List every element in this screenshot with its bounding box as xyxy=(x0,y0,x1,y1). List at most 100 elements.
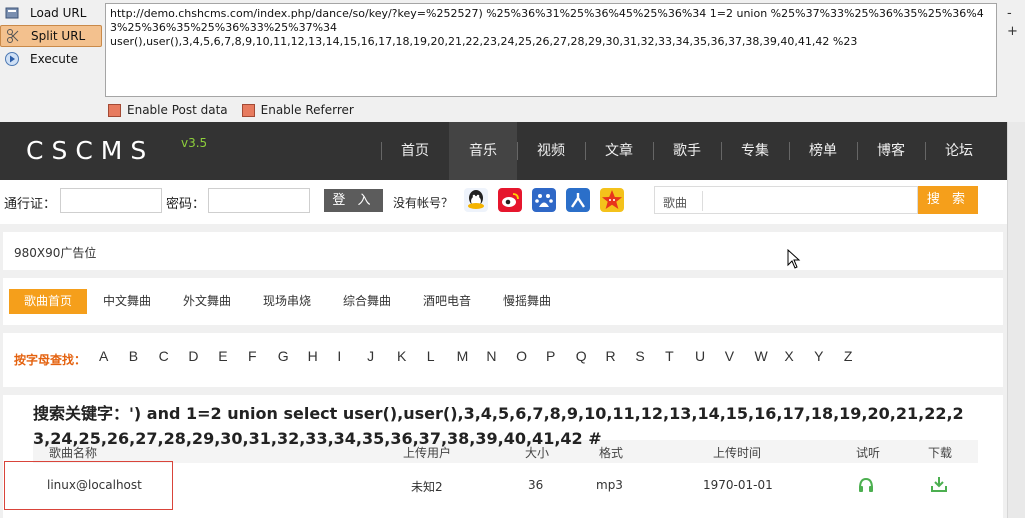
letter-f[interactable]: F xyxy=(248,348,278,364)
renren-icon[interactable] xyxy=(566,188,590,212)
nav-item-articles[interactable]: 文章 xyxy=(585,122,653,180)
nav-item-forum[interactable]: 论坛 xyxy=(925,122,993,180)
hackbar-toolbar: Load URL Split URL Execute http://demo.c… xyxy=(0,0,1025,122)
baidu-icon[interactable] xyxy=(532,188,556,212)
letter-w[interactable]: W xyxy=(755,348,785,364)
tab-slow-rock[interactable]: 慢摇舞曲 xyxy=(495,289,559,314)
hackbar-menu: Load URL Split URL Execute xyxy=(0,2,102,71)
size-cell: 36 xyxy=(528,478,544,492)
nav-item-home[interactable]: 首页 xyxy=(381,122,449,180)
enable-post-data-option[interactable]: Enable Post data xyxy=(108,103,228,117)
letter-q[interactable]: Q xyxy=(576,348,606,364)
execute-icon xyxy=(4,51,20,67)
letter-h[interactable]: H xyxy=(308,348,338,364)
nav-item-video[interactable]: 视频 xyxy=(517,122,585,180)
load-url-label: Load URL xyxy=(30,6,87,20)
tab-mixed-dance[interactable]: 综合舞曲 xyxy=(335,289,399,314)
letter-n[interactable]: N xyxy=(486,348,516,364)
letter-r[interactable]: R xyxy=(606,348,636,364)
highlight-box xyxy=(4,461,173,510)
login-bar: 通行证： 密码： 登 入 没有帐号？ 歌曲 搜 索 xyxy=(0,180,1007,224)
execute-button[interactable]: Execute xyxy=(0,48,102,70)
kaixin-icon[interactable] xyxy=(600,188,624,212)
tab-songs-home[interactable]: 歌曲首页 xyxy=(9,289,87,314)
headphones-icon[interactable] xyxy=(858,477,874,496)
table-row[interactable]: linux@localhost 未知2 36 mp3 1970-01-01 xyxy=(33,465,978,507)
search-button[interactable]: 搜 索 xyxy=(918,186,978,214)
letter-a[interactable]: A xyxy=(99,348,129,364)
site-header: CSCMS v3.5 首页 音乐 视频 文章 歌手 专集 榜单 博客 论坛 xyxy=(0,122,1007,180)
url-textarea[interactable]: http://demo.chshcms.com/index.php/dance/… xyxy=(105,3,997,97)
split-url-label: Split URL xyxy=(31,29,86,43)
password-input[interactable] xyxy=(208,188,310,213)
username-label: 通行证： xyxy=(4,197,57,212)
load-url-icon xyxy=(4,5,20,21)
no-account-link[interactable]: 没有帐号？ xyxy=(393,194,453,211)
mouse-cursor-icon xyxy=(787,249,801,269)
nav-item-albums[interactable]: 专集 xyxy=(721,122,789,180)
letter-i[interactable]: I xyxy=(337,348,367,364)
letter-c[interactable]: C xyxy=(159,348,189,364)
referrer-checkbox[interactable] xyxy=(241,103,255,117)
search-box: 歌曲 xyxy=(654,186,918,214)
search-divider xyxy=(702,191,703,211)
letter-o[interactable]: O xyxy=(516,348,546,364)
execute-label: Execute xyxy=(30,52,78,66)
nav-item-music[interactable]: 音乐 xyxy=(449,122,517,180)
letter-x[interactable]: X xyxy=(784,348,814,364)
letter-u[interactable]: U xyxy=(695,348,725,364)
password-label: 密码： xyxy=(166,197,206,212)
search-input[interactable] xyxy=(705,189,915,211)
post-data-label: Enable Post data xyxy=(127,103,228,117)
ad-banner: 980X90广告位 xyxy=(3,232,1003,270)
login-button[interactable]: 登 入 xyxy=(324,189,383,212)
load-url-button[interactable]: Load URL xyxy=(0,2,102,24)
nav-item-blog[interactable]: 博客 xyxy=(857,122,925,180)
qq-icon[interactable] xyxy=(464,188,488,212)
format-cell: mp3 xyxy=(596,478,623,492)
upload-time-cell: 1970-01-01 xyxy=(703,478,773,492)
alphabet-filter: 按字母查找： ABCDEFGHIJKLMNOPQRSTUVWXYZ xyxy=(3,333,1003,387)
letter-p[interactable]: P xyxy=(546,348,576,364)
letter-t[interactable]: T xyxy=(665,348,695,364)
site-logo[interactable]: CSCMS xyxy=(26,136,154,165)
page-scrollbar[interactable] xyxy=(1007,122,1025,518)
letter-s[interactable]: S xyxy=(635,348,665,364)
letter-d[interactable]: D xyxy=(188,348,218,364)
letter-b[interactable]: B xyxy=(129,348,159,364)
site-version: v3.5 xyxy=(181,136,208,150)
letter-k[interactable]: K xyxy=(397,348,427,364)
uploader-cell[interactable]: 未知2 xyxy=(411,478,443,495)
tab-chinese-dance[interactable]: 中文舞曲 xyxy=(95,289,159,314)
main-nav: 首页 音乐 视频 文章 歌手 专集 榜单 博客 论坛 xyxy=(381,122,993,180)
search-keyword-line: 搜索关键字：') and 1=2 union select user(),use… xyxy=(33,404,964,448)
tab-bar-electronic[interactable]: 酒吧电音 xyxy=(415,289,479,314)
letter-j[interactable]: J xyxy=(367,348,397,364)
letter-m[interactable]: M xyxy=(457,348,487,364)
tab-foreign-dance[interactable]: 外文舞曲 xyxy=(175,289,239,314)
tab-live-medley[interactable]: 现场串烧 xyxy=(255,289,319,314)
split-url-button[interactable]: Split URL xyxy=(0,25,102,47)
ad-text: 980X90广告位 xyxy=(14,246,97,260)
nav-item-charts[interactable]: 榜单 xyxy=(789,122,857,180)
letter-list: ABCDEFGHIJKLMNOPQRSTUVWXYZ xyxy=(99,348,874,364)
letter-y[interactable]: Y xyxy=(814,348,844,364)
username-input[interactable] xyxy=(60,188,162,213)
letter-z[interactable]: Z xyxy=(844,348,874,364)
letter-l[interactable]: L xyxy=(427,348,457,364)
letter-g[interactable]: G xyxy=(278,348,308,364)
download-icon[interactable] xyxy=(931,476,947,495)
shrink-button[interactable]: - xyxy=(1007,6,1019,21)
post-data-checkbox[interactable] xyxy=(108,103,121,117)
search-category[interactable]: 歌曲 xyxy=(663,194,687,211)
referrer-label: Enable Referrer xyxy=(260,103,354,117)
expand-button[interactable]: + xyxy=(1007,24,1019,39)
category-tabs: 歌曲首页 中文舞曲 外文舞曲 现场串烧 综合舞曲 酒吧电音 慢摇舞曲 xyxy=(3,278,1003,325)
hackbar-options: Enable Post data Enable Referrer xyxy=(108,103,354,117)
split-url-icon xyxy=(5,28,21,44)
nav-item-singers[interactable]: 歌手 xyxy=(653,122,721,180)
letter-v[interactable]: V xyxy=(725,348,755,364)
weibo-icon[interactable] xyxy=(498,188,522,212)
letter-e[interactable]: E xyxy=(218,348,248,364)
enable-referrer-option[interactable]: Enable Referrer xyxy=(241,103,354,117)
